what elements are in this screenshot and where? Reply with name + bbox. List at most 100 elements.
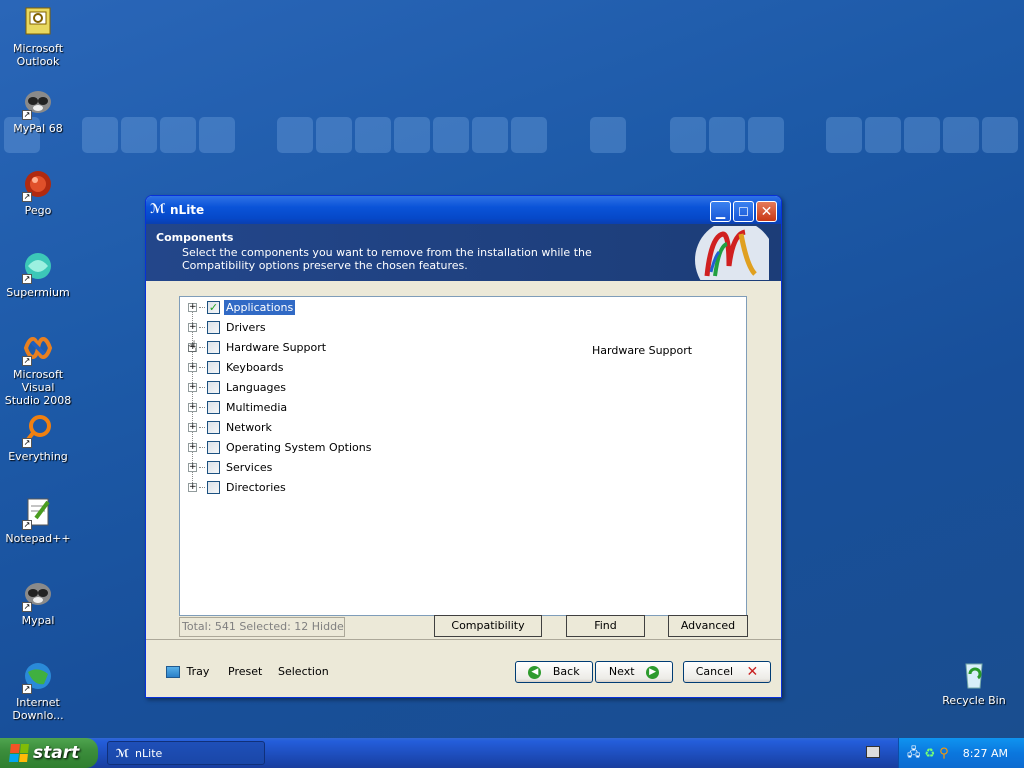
nlite-icon: ℳ: [116, 746, 130, 760]
tree-item-hardware-support[interactable]: + Hardware Support: [188, 338, 328, 356]
checkbox-checked-icon[interactable]: ✓: [207, 300, 220, 314]
tree-item-multimedia[interactable]: + Multimedia: [188, 398, 289, 416]
expand-icon[interactable]: +: [188, 302, 197, 312]
recycle-tray-icon[interactable]: ♻: [924, 746, 935, 760]
nlite-window: ℳ nLite ▁ ☐ ✕ Components Select the comp…: [145, 195, 782, 698]
tree-item-label: Keyboards: [226, 360, 284, 374]
wizard-body: + ✓ Applications + Drivers + Hardware Su…: [146, 281, 781, 696]
desktop-decoration: [0, 117, 1024, 155]
tree-item-label: Hardware Support: [226, 340, 327, 354]
tray-button[interactable]: Tray: [166, 665, 209, 678]
system-tray: 🖧 ♻ ⚲ 8:27 AM: [898, 738, 1024, 768]
tree-item-label: Network: [226, 420, 272, 434]
page-title: Components: [156, 231, 234, 244]
internet-download-icon: ↗: [22, 660, 54, 694]
page-description: Select the components you want to remove…: [182, 246, 592, 272]
desktop-icon-everything[interactable]: ↗ Everything: [0, 414, 78, 463]
desktop-icon-outlook[interactable]: Microsoft Outlook: [0, 6, 78, 68]
expand-icon[interactable]: +: [188, 462, 197, 472]
tree-item-languages[interactable]: + Languages: [188, 378, 288, 396]
taskbar-item-nlite[interactable]: ℳ nLite: [107, 741, 265, 765]
components-tree[interactable]: + ✓ Applications + Drivers + Hardware Su…: [179, 296, 747, 616]
nlite-icon: ℳ: [150, 202, 166, 217]
window-title: nLite: [170, 203, 205, 217]
selection-link[interactable]: Selection: [278, 665, 329, 678]
expand-icon[interactable]: +: [188, 422, 197, 432]
minimize-button[interactable]: ▁: [710, 201, 731, 222]
advanced-button[interactable]: Advanced: [668, 615, 748, 637]
tree-item-label: Directories: [226, 480, 286, 494]
mypal-icon: ↗: [22, 86, 54, 120]
wizard-header: Components Select the components you wan…: [146, 220, 781, 300]
expand-icon[interactable]: +: [188, 362, 197, 372]
expand-icon[interactable]: +: [188, 322, 197, 332]
network-icon[interactable]: 🖧: [907, 743, 920, 764]
cancel-button[interactable]: Cancel ✕: [683, 661, 771, 683]
hand-cursor-icon: ☝: [187, 337, 197, 356]
checkbox-icon[interactable]: [207, 440, 220, 454]
checkbox-icon[interactable]: [207, 360, 220, 374]
tree-item-keyboards[interactable]: + Keyboards: [188, 358, 285, 376]
desktop-icon-mypal[interactable]: ↗ Mypal: [0, 578, 78, 627]
start-button[interactable]: start: [0, 738, 98, 768]
tree-item-label: Drivers: [226, 320, 266, 334]
everything-icon: ↗: [22, 414, 54, 448]
tree-item-label: Applications: [224, 299, 296, 315]
tree-item-label: Services: [226, 460, 273, 474]
windows-logo-icon: [9, 744, 29, 762]
status-counter: Total: 541 Selected: 12 Hidden: 0: [179, 617, 345, 637]
preset-link[interactable]: Preset: [228, 665, 262, 678]
notepadpp-icon: ↗: [22, 496, 54, 530]
visual-studio-icon: ↗: [22, 332, 54, 366]
desktop-icon-mypal-68[interactable]: ↗ MyPal 68: [0, 86, 78, 135]
desktop-icon-recycle-bin[interactable]: Recycle Bin: [934, 658, 1014, 707]
tree-item-os-options[interactable]: + Operating System Options: [188, 438, 373, 456]
compatibility-button[interactable]: Compatibility: [434, 615, 542, 637]
tree-item-label: Operating System Options: [226, 440, 372, 454]
checkbox-icon[interactable]: [207, 460, 220, 474]
tree-item-network[interactable]: + Network: [188, 418, 274, 436]
checkbox-icon[interactable]: [207, 380, 220, 394]
desktop-icon-notepadpp[interactable]: ↗ Notepad++: [0, 496, 78, 545]
checkbox-icon[interactable]: [207, 340, 220, 354]
tree-item-drivers[interactable]: + Drivers: [188, 318, 268, 336]
back-arrow-icon: ◀: [528, 665, 542, 679]
tree-item-label: Multimedia: [226, 400, 288, 414]
nlite-logo-icon: [685, 220, 775, 300]
tree-item-applications[interactable]: + ✓ Applications: [188, 298, 296, 316]
outlook-icon: [22, 6, 54, 38]
keyboard-icon[interactable]: [866, 746, 880, 758]
component-description: Hardware Support: [592, 344, 693, 357]
title-bar[interactable]: ℳ nLite ▁ ☐ ✕: [146, 196, 781, 224]
checkbox-icon[interactable]: [207, 320, 220, 334]
pego-icon: ↗: [22, 168, 54, 202]
checkbox-icon[interactable]: [207, 400, 220, 414]
next-button[interactable]: Next ▶: [595, 661, 673, 683]
checkbox-icon[interactable]: [207, 420, 220, 434]
supermium-icon: ↗: [22, 250, 54, 284]
expand-icon[interactable]: +: [188, 482, 197, 492]
next-arrow-icon: ▶: [646, 665, 660, 679]
back-button[interactable]: ◀ Back: [515, 661, 593, 683]
close-button[interactable]: ✕: [756, 201, 777, 222]
clock[interactable]: 8:27 AM: [963, 747, 1008, 760]
find-button[interactable]: Find: [566, 615, 645, 637]
desktop-icon-supermium[interactable]: ↗ Supermium: [0, 250, 78, 299]
recycle-bin-icon: [958, 658, 990, 690]
tree-item-services[interactable]: + Services: [188, 458, 274, 476]
desktop-icon-visual-studio[interactable]: ↗ Microsoft Visual Studio 2008: [0, 332, 78, 407]
taskbar: start ℳ nLite 🖧 ♻ ⚲ 8:27 AM: [0, 738, 1024, 768]
tree-item-directories[interactable]: + Directories: [188, 478, 288, 496]
desktop-icon-internet-download[interactable]: ↗ Internet Downlo...: [0, 660, 78, 722]
expand-icon[interactable]: +: [188, 402, 197, 412]
search-icon[interactable]: ⚲: [939, 746, 949, 761]
mypal-icon: ↗: [22, 578, 54, 612]
checkbox-icon[interactable]: [207, 480, 220, 494]
tree-item-label: Languages: [226, 380, 287, 394]
expand-icon[interactable]: +: [188, 382, 197, 392]
cancel-x-icon: ✕: [746, 664, 759, 680]
desktop-icon-pego[interactable]: ↗ Pego: [0, 168, 78, 217]
tray-icon: [166, 666, 180, 678]
expand-icon[interactable]: +: [188, 442, 197, 452]
maximize-button[interactable]: ☐: [733, 201, 754, 222]
